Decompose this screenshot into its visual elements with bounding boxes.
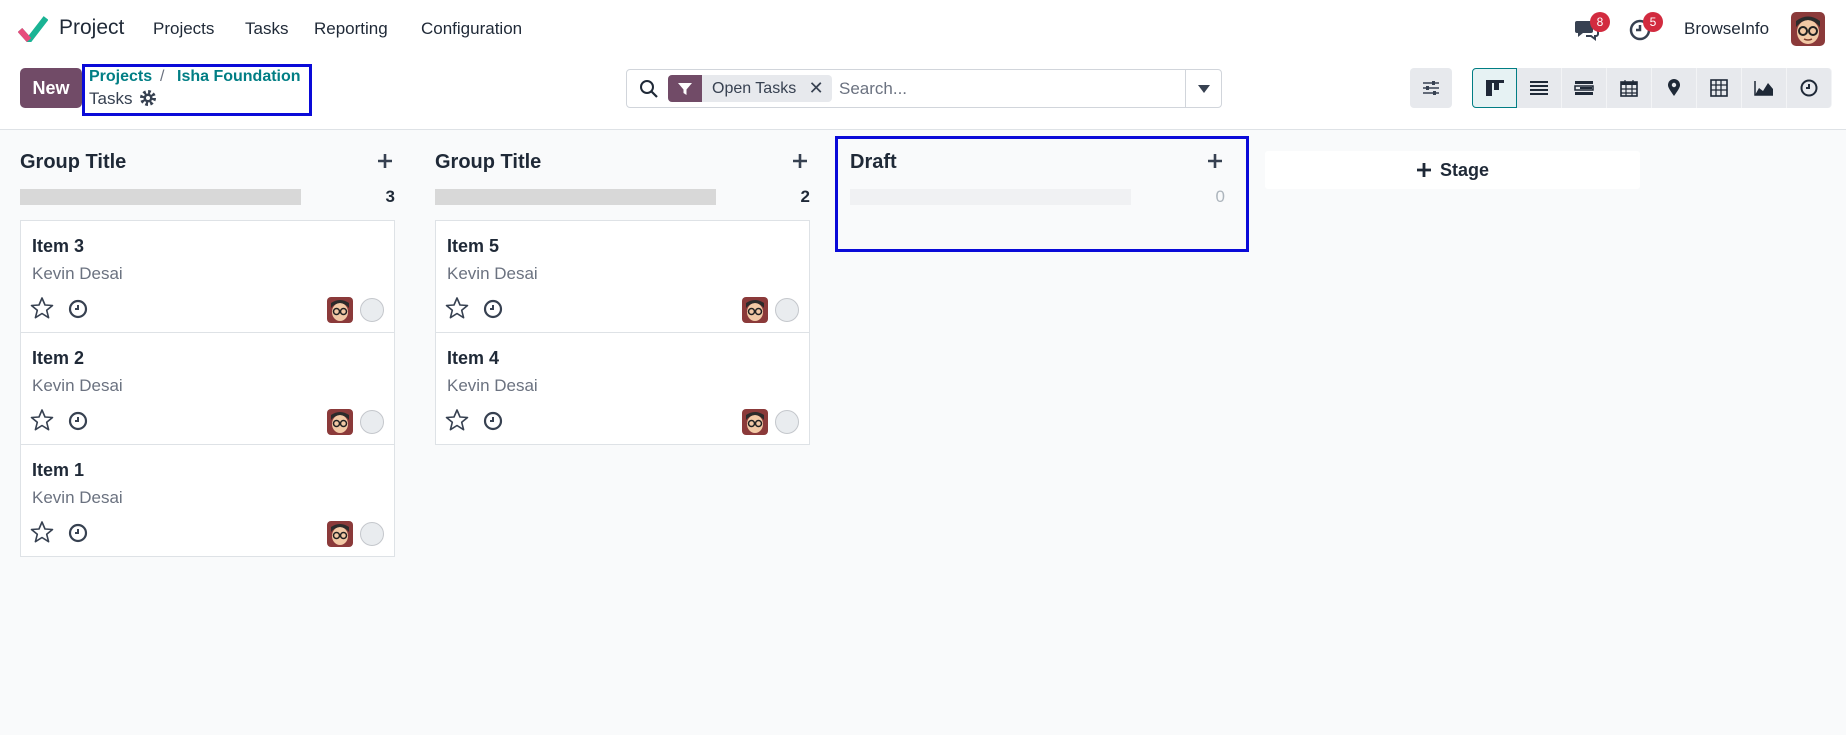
status-circle[interactable]	[360, 522, 384, 546]
column-title[interactable]: Group Title	[435, 151, 541, 174]
avatar	[327, 297, 353, 323]
breadcrumb-projects[interactable]: Projects	[89, 68, 152, 86]
search-input[interactable]	[839, 78, 1179, 100]
view-map-button[interactable]	[1652, 68, 1697, 108]
column-progress-bar[interactable]	[850, 189, 1131, 205]
menu-reporting[interactable]: Reporting	[314, 19, 388, 39]
card-assignee-label: Kevin Desai	[32, 488, 123, 507]
view-gantt-button[interactable]	[1562, 68, 1607, 108]
column-progress-bar[interactable]	[435, 189, 716, 205]
add-stage-label: Stage	[1439, 159, 1490, 180]
remove-facet-icon[interactable]: ✕	[806, 78, 826, 99]
list-icon	[1530, 81, 1548, 95]
breadcrumb-current: Tasks	[89, 89, 133, 108]
view-calendar-button[interactable]	[1607, 68, 1652, 108]
view-pivot-button[interactable]	[1697, 68, 1742, 108]
project-app-logo-icon[interactable]	[18, 16, 48, 42]
menu-projects[interactable]: Projects	[153, 19, 214, 39]
view-list-button[interactable]	[1517, 68, 1562, 108]
activity-clock-icon[interactable]	[68, 299, 88, 319]
map-pin-icon	[1668, 79, 1680, 96]
activity-clock-icon[interactable]	[68, 523, 88, 543]
card-assignee-label: Kevin Desai	[447, 264, 538, 283]
star-icon[interactable]	[445, 408, 469, 432]
card-title: Item 2	[32, 348, 85, 368]
sliders-icon	[1423, 81, 1439, 95]
status-circle[interactable]	[775, 298, 799, 322]
filter-icon	[668, 75, 702, 102]
control-panel: New Projects / Isha Foundation Tasks Ope…	[0, 58, 1846, 130]
top-navbar: Project Projects Tasks Reporting Configu…	[0, 0, 1846, 58]
avatar	[327, 521, 353, 547]
search-facet: Open Tasks ✕	[668, 75, 833, 102]
activity-clock-icon[interactable]	[483, 299, 503, 319]
add-card-icon[interactable]	[1205, 151, 1225, 171]
kanban-icon	[1485, 80, 1504, 96]
column-progress-bar[interactable]	[20, 189, 301, 205]
card-title: Item 5	[447, 236, 500, 256]
menu-tasks[interactable]: Tasks	[245, 19, 288, 39]
card-title: Item 1	[32, 460, 85, 480]
clock-icon	[1800, 79, 1818, 97]
status-circle[interactable]	[360, 410, 384, 434]
status-circle[interactable]	[360, 298, 384, 322]
card-assignee-label: Kevin Desai	[447, 376, 538, 395]
app-name[interactable]: Project	[59, 16, 124, 40]
menu-configuration[interactable]: Configuration	[421, 19, 522, 39]
activities-badge: 5	[1643, 12, 1663, 32]
column-count: 0	[1215, 187, 1225, 206]
pivot-table-icon	[1710, 79, 1728, 97]
search-options-toggle[interactable]	[1185, 70, 1221, 107]
calendar-icon	[1620, 80, 1638, 97]
messages-badge: 8	[1590, 12, 1610, 32]
card-title: Item 3	[32, 236, 85, 256]
settings-sliders-button[interactable]	[1410, 68, 1452, 108]
view-switcher	[1472, 68, 1832, 108]
caret-down-icon	[1197, 84, 1210, 93]
area-chart-icon	[1754, 81, 1773, 96]
avatar	[742, 297, 768, 323]
column-title[interactable]: Group Title	[20, 151, 126, 174]
star-icon[interactable]	[30, 520, 54, 544]
activity-clock-icon[interactable]	[68, 411, 88, 431]
star-icon[interactable]	[445, 296, 469, 320]
card-assignee-label: Kevin Desai	[32, 376, 123, 395]
card-assignee-label: Kevin Desai	[32, 264, 123, 283]
avatar	[327, 409, 353, 435]
view-kanban-button[interactable]	[1472, 68, 1517, 108]
user-avatar[interactable]	[1791, 12, 1825, 46]
new-button[interactable]: New	[20, 68, 82, 108]
kanban-card[interactable]: Item 3 Kevin Desai	[20, 220, 395, 333]
column-count: 3	[385, 187, 395, 206]
facet-label: Open Tasks	[712, 79, 797, 97]
gantt-icon	[1574, 81, 1594, 95]
column-title[interactable]: Draft	[850, 151, 897, 174]
add-card-icon[interactable]	[375, 151, 395, 171]
star-icon[interactable]	[30, 296, 54, 320]
plus-icon	[1416, 163, 1431, 177]
search-bar: Open Tasks ✕	[626, 69, 1222, 108]
gear-icon[interactable]	[139, 89, 157, 107]
column-count: 2	[800, 187, 810, 206]
view-activity-button[interactable]	[1787, 68, 1832, 108]
kanban-card[interactable]: Item 1 Kevin Desai	[20, 444, 395, 557]
star-icon[interactable]	[30, 408, 54, 432]
status-circle[interactable]	[775, 410, 799, 434]
user-name[interactable]: BrowseInfo	[1684, 19, 1769, 39]
card-title: Item 4	[447, 348, 500, 368]
kanban-card[interactable]: Item 2 Kevin Desai	[20, 332, 395, 445]
activity-clock-icon[interactable]	[483, 411, 503, 431]
search-icon[interactable]	[639, 79, 659, 99]
avatar	[742, 409, 768, 435]
add-card-icon[interactable]	[790, 151, 810, 171]
kanban-card[interactable]: Item 5 Kevin Desai	[435, 220, 810, 333]
add-stage-button[interactable]: Stage	[1265, 151, 1640, 189]
breadcrumb-isha-foundation[interactable]: Isha Foundation	[177, 68, 301, 86]
view-graph-button[interactable]	[1742, 68, 1787, 108]
breadcrumb-separator: /	[160, 68, 165, 85]
kanban-card[interactable]: Item 4 Kevin Desai	[435, 332, 810, 445]
